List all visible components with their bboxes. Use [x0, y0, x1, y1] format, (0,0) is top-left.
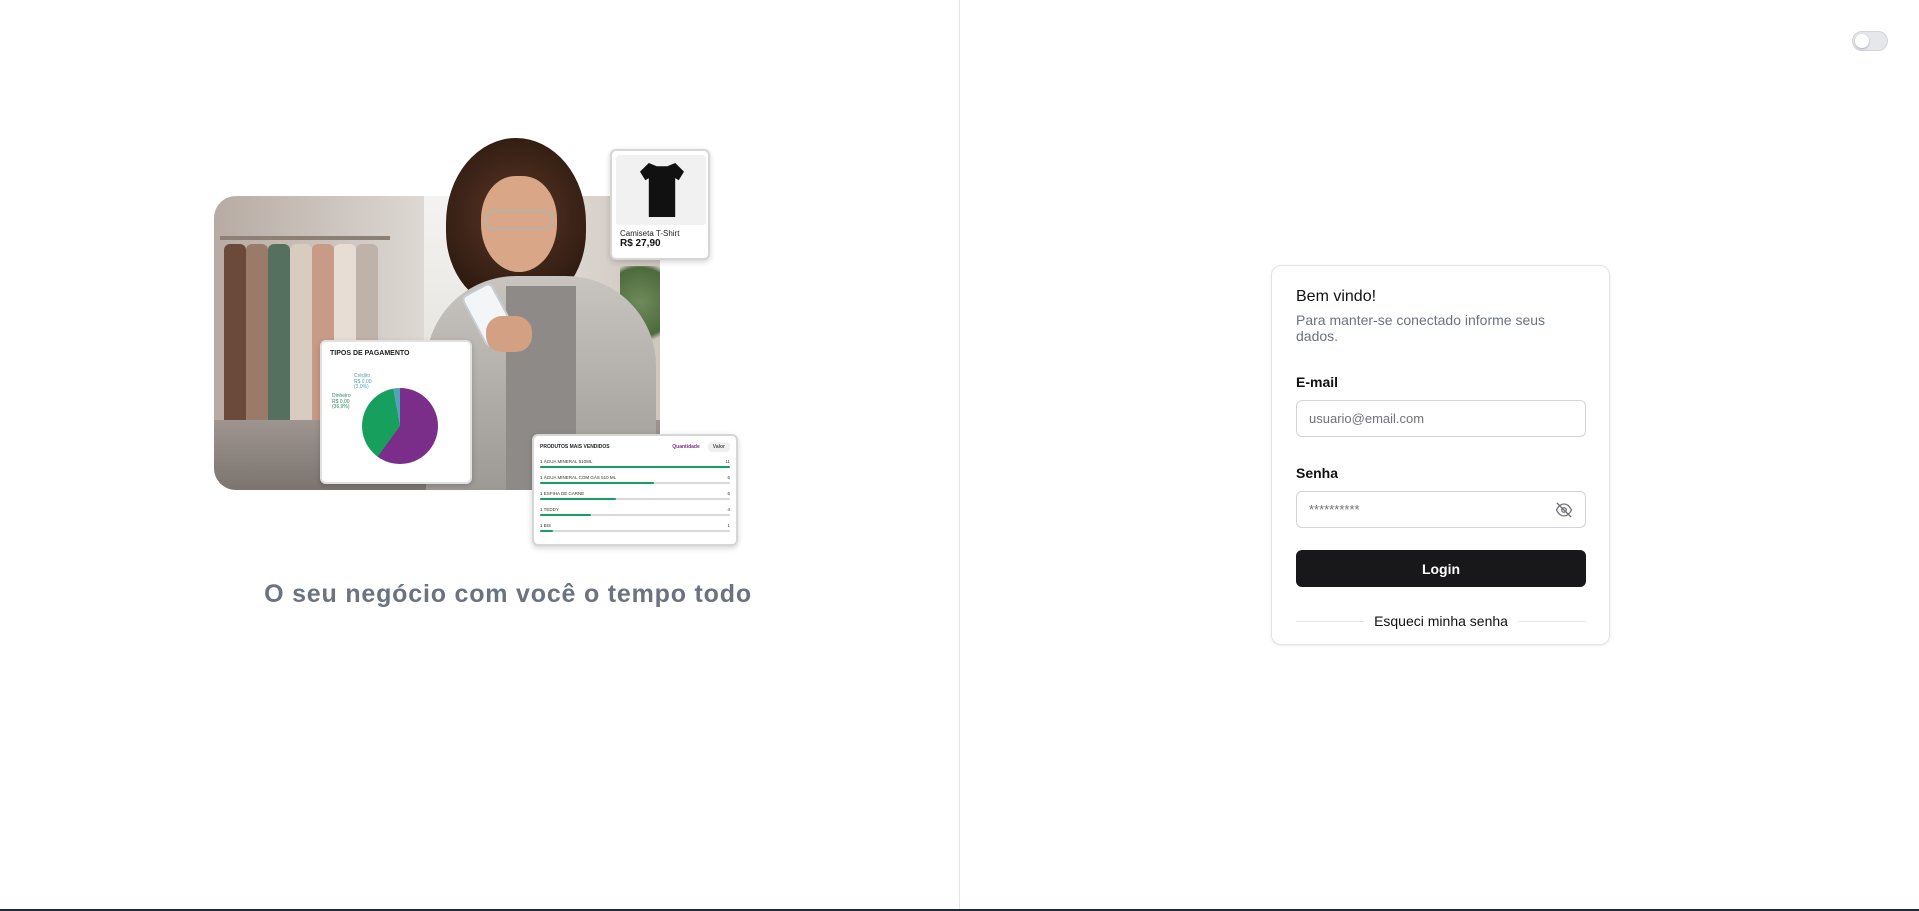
divider: [1296, 620, 1365, 622]
bar-fill: [540, 482, 654, 484]
welcome-subtitle: Para manter-se conectado informe seus da…: [1296, 312, 1546, 344]
garment: [268, 244, 290, 424]
top-products-card: PRODUTOS MAIS VENDIDOS Quantidade Valor …: [532, 434, 738, 546]
top-product-label: 1 ÁGUA MINERAL 510ML: [540, 459, 593, 464]
top-product-value: 1: [727, 523, 730, 528]
top-product-label: 1 TEDDY: [540, 507, 559, 512]
product-price: R$ 27,90: [620, 238, 661, 249]
toggle-knob: [1855, 34, 1869, 48]
bar-fill: [540, 466, 730, 468]
garment: [224, 244, 246, 424]
top-product-row: 1 ESFIHA DE CARNE 6: [540, 491, 730, 500]
top-products-list: 1 ÁGUA MINERAL 510ML 11 1 ÁGUA MINERAL COM…: [540, 459, 730, 532]
top-product-label: 1 ÁGUA MINERAL COM GÁS 510 ML: [540, 475, 617, 480]
top-products-title: PRODUTOS MAIS VENDIDOS: [540, 444, 610, 450]
login-button[interactable]: Login: [1296, 550, 1586, 587]
top-product-value: 11: [725, 459, 730, 464]
clothing-rack: [220, 236, 390, 240]
forgot-password-link[interactable]: Esqueci minha senha: [1364, 613, 1518, 629]
forgot-password-row: Esqueci minha senha: [1296, 613, 1586, 629]
top-product-label: 1 ESFIHA DE CARNE: [540, 491, 585, 496]
hero-illustration: Camiseta T-Shirt R$ 27,90 TIPOS DE PAGAM…: [214, 136, 742, 548]
top-product-row: 1 ÁGUA MINERAL 510ML 11: [540, 459, 730, 468]
welcome-title: Bem vindo!: [1296, 288, 1377, 305]
bar-fill: [540, 498, 616, 500]
payment-pie-chart: [362, 388, 438, 464]
product-card: Camiseta T-Shirt R$ 27,90: [610, 149, 710, 260]
login-page: Camiseta T-Shirt R$ 27,90 TIPOS DE PAGAM…: [0, 0, 1919, 911]
tab-value: Valor: [707, 442, 730, 452]
divider: [1517, 620, 1586, 622]
login-card: Bem vindo! Para manter-se conectado info…: [1271, 265, 1610, 645]
email-input[interactable]: [1296, 400, 1586, 437]
bar-track: [540, 498, 730, 500]
garment: [290, 244, 312, 424]
email-label: E-mail: [1296, 374, 1339, 390]
top-product-value: 6: [727, 491, 730, 496]
product-name: Camiseta T-Shirt: [620, 229, 680, 238]
bar-fill: [540, 530, 554, 532]
hand: [486, 316, 532, 352]
tab-quantity: Quantidade: [672, 444, 700, 450]
top-product-row: 1 TEDDY 4: [540, 507, 730, 516]
garment: [246, 244, 268, 424]
pie-label-cash: Dinheiro R$ 0,00 (36,9%): [332, 393, 351, 410]
top-product-value: 4: [727, 507, 730, 512]
bar-track: [540, 466, 730, 468]
top-product-row: 1 ÁGUA MINERAL COM GÁS 510 ML 6: [540, 475, 730, 484]
bar-track: [540, 530, 730, 532]
bar-track: [540, 514, 730, 516]
pie-label-credit: Crédito R$ 0,00 (3,0%): [354, 373, 372, 390]
bar-track: [540, 482, 730, 484]
payment-types-title: TIPOS DE PAGAMENTO: [330, 350, 410, 357]
top-product-value: 6: [727, 475, 730, 480]
hero-panel: Camiseta T-Shirt R$ 27,90 TIPOS DE PAGAM…: [0, 0, 960, 909]
payment-types-card: TIPOS DE PAGAMENTO Crédito R$ 0,00 (3,0%…: [320, 340, 472, 484]
password-input[interactable]: [1296, 491, 1586, 528]
top-product-row: 1 BIS 1: [540, 523, 730, 532]
glasses: [484, 210, 554, 230]
tshirt-icon: [640, 163, 684, 217]
password-label: Senha: [1296, 465, 1339, 481]
bar-fill: [540, 514, 592, 516]
eye-off-icon[interactable]: [1555, 502, 1573, 518]
top-product-label: 1 BIS: [540, 523, 552, 528]
product-image: [616, 155, 706, 225]
theme-toggle[interactable]: [1852, 31, 1888, 51]
tagline: O seu negócio com você o tempo todo: [264, 580, 752, 608]
